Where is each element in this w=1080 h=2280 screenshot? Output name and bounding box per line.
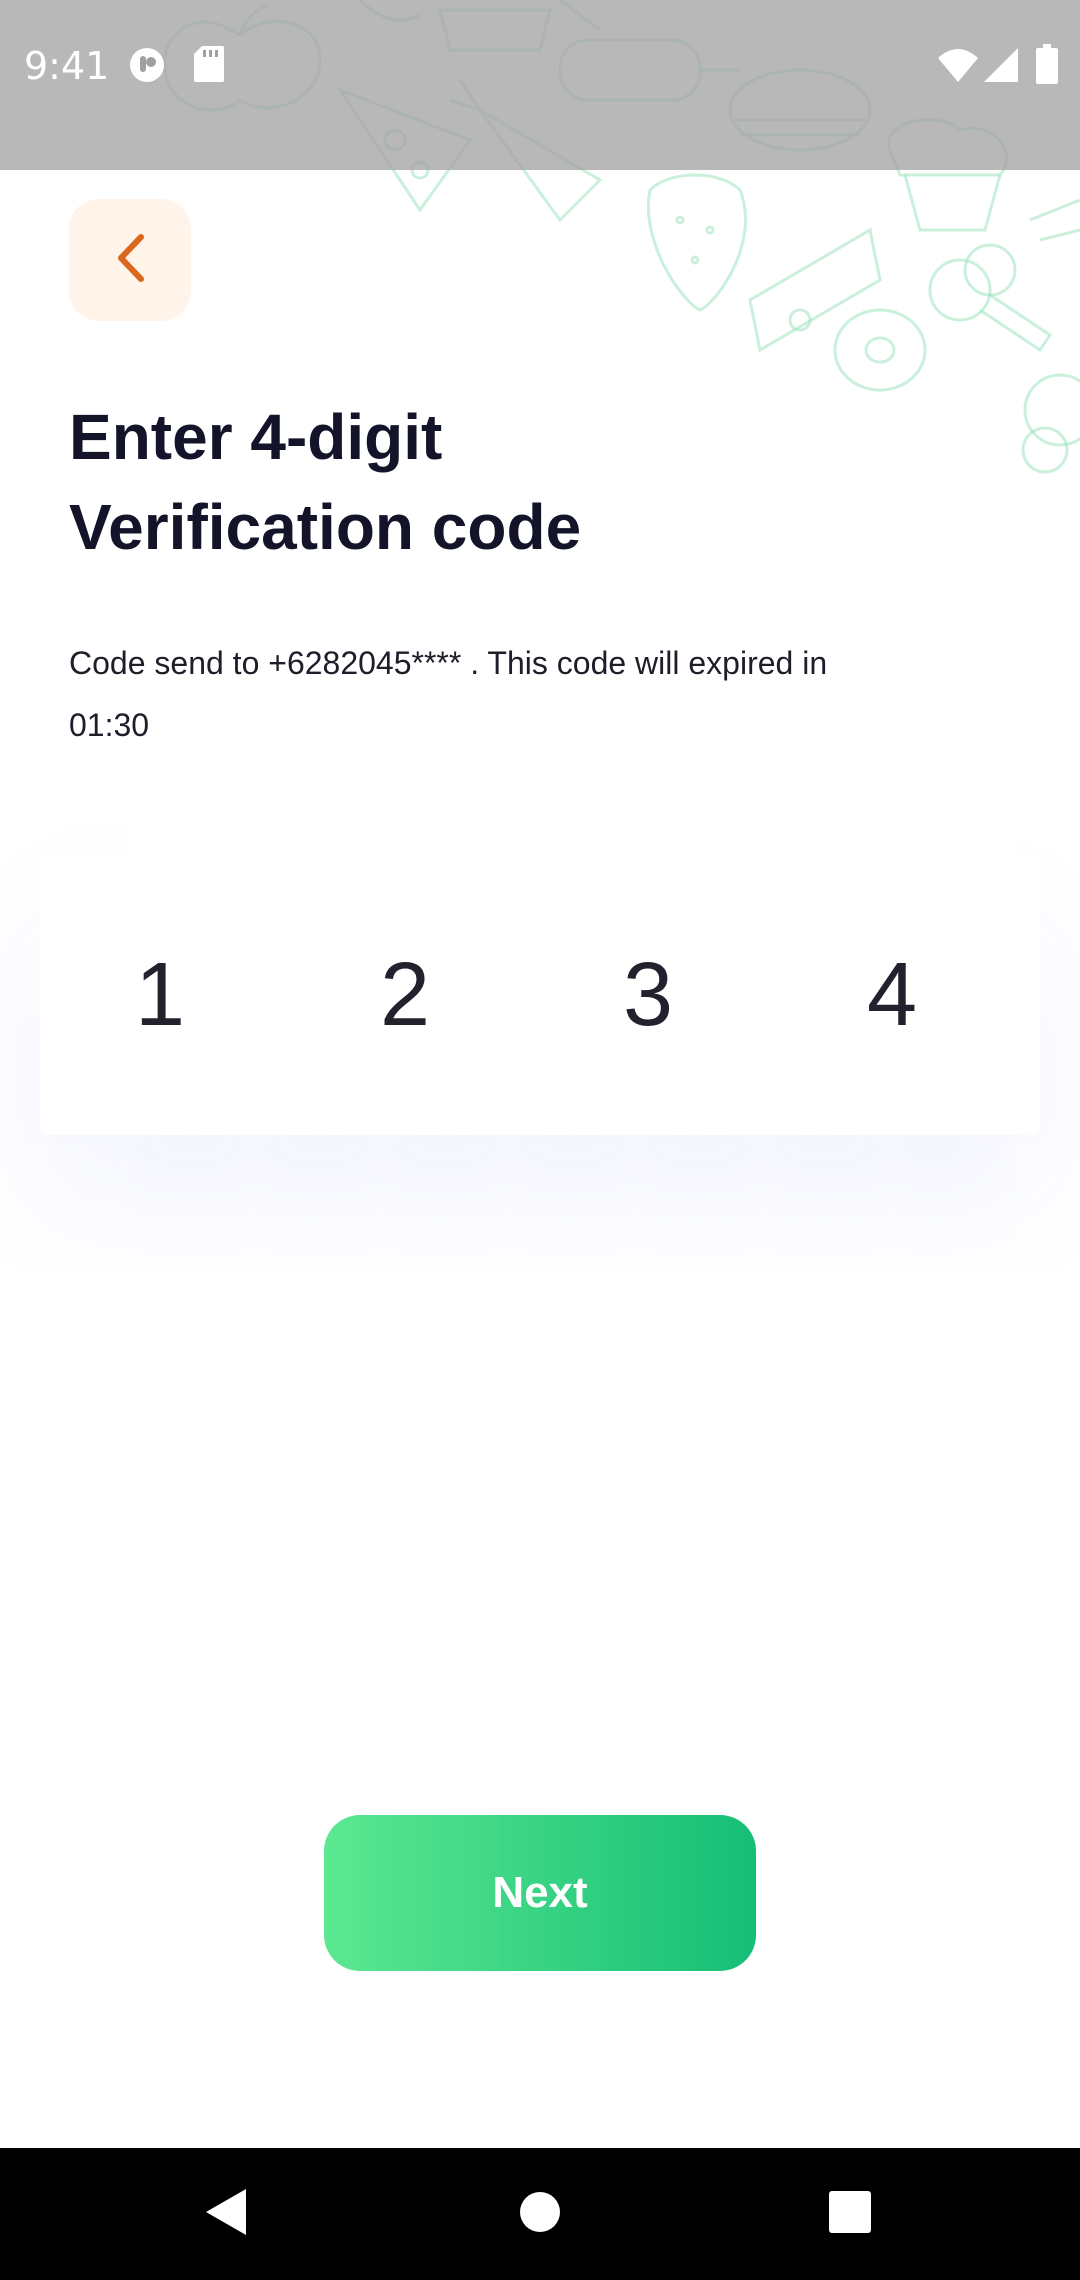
status-time: 9:41 <box>24 44 110 88</box>
notification-app-icon <box>128 46 166 89</box>
status-bar: 9:41 <box>0 0 1080 170</box>
code-digit-4[interactable]: 4 <box>832 855 952 1135</box>
code-info-text: Code send to +6282045**** . This code wi… <box>69 645 828 743</box>
nav-recents-button[interactable] <box>790 2148 910 2280</box>
page-title-line-1: Enter 4-digit <box>69 401 443 473</box>
recents-square-icon <box>829 2190 871 2238</box>
back-button[interactable] <box>69 199 191 321</box>
code-digit-1[interactable]: 1 <box>100 855 220 1135</box>
chevron-left-icon <box>113 233 147 288</box>
wifi-icon <box>938 48 978 87</box>
code-digit-3[interactable]: 3 <box>588 855 708 1135</box>
home-circle-icon <box>520 2191 560 2237</box>
verification-code-input[interactable]: 1 2 3 4 <box>40 855 1040 1135</box>
nav-home-button[interactable] <box>480 2148 600 2280</box>
back-triangle-icon <box>206 2188 246 2240</box>
next-button[interactable]: Next <box>324 1815 756 1971</box>
nav-back-button[interactable] <box>166 2148 286 2280</box>
cellular-signal-icon <box>984 48 1018 87</box>
code-digit-2[interactable]: 2 <box>345 855 465 1135</box>
system-navigation-bar <box>0 2148 1080 2280</box>
battery-icon <box>1036 44 1058 89</box>
page-title: Enter 4-digit Verification code <box>69 392 869 572</box>
page-title-line-2: Verification code <box>69 491 582 563</box>
sd-card-icon <box>194 46 224 87</box>
